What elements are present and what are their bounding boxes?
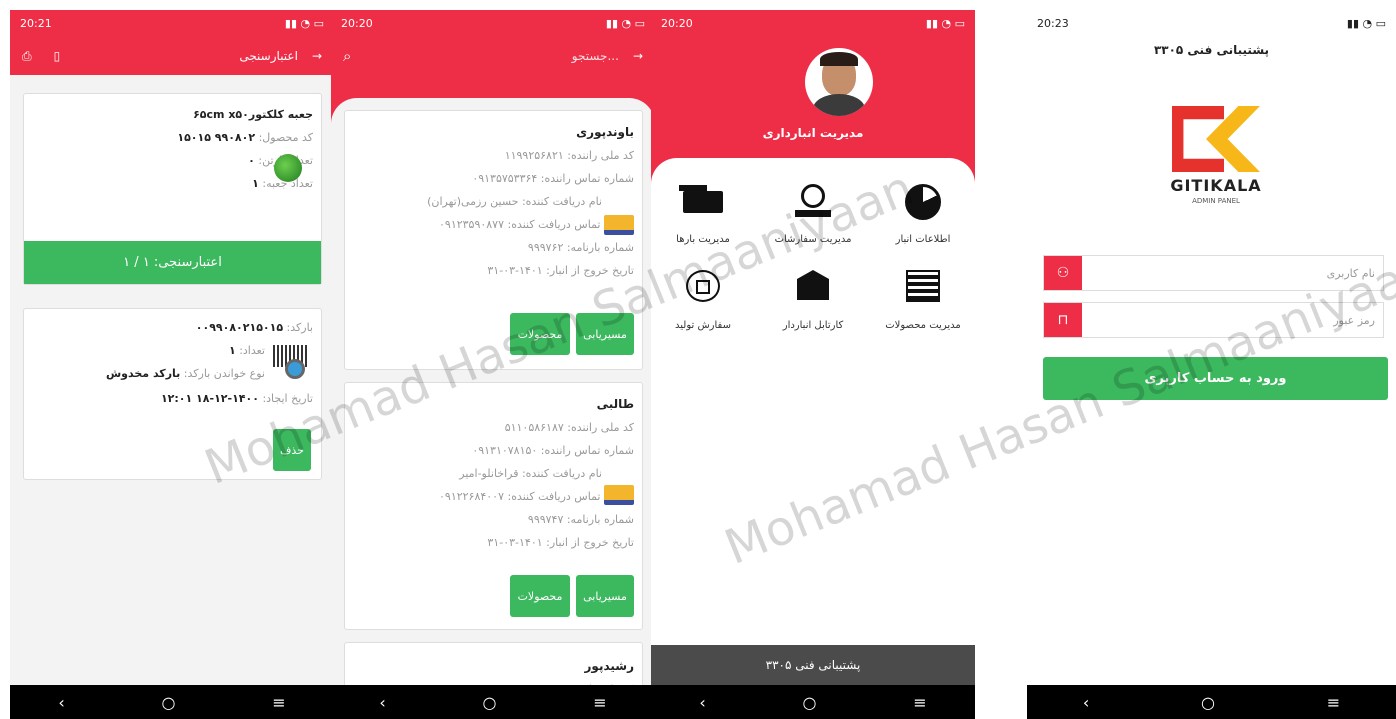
logo: GITIKALA ADMIN PANEL xyxy=(1153,106,1279,216)
warehouse-icon xyxy=(797,270,829,300)
truck-icon xyxy=(604,485,634,505)
factory-icon xyxy=(906,270,940,302)
avatar[interactable] xyxy=(805,48,873,116)
back-nav-icon[interactable]: ‹ xyxy=(1083,693,1089,712)
recents-nav-icon[interactable]: ≡ xyxy=(1327,693,1340,712)
menu-item-loads[interactable]: مدیریت بارها xyxy=(655,184,751,245)
status-time: 20:21 xyxy=(20,17,52,30)
home-nav-icon[interactable]: ○ xyxy=(483,693,497,712)
menu-item-orders[interactable]: مدیریت سفارشات xyxy=(765,184,861,245)
logo-mark-icon xyxy=(1172,106,1260,172)
truck-icon xyxy=(604,215,634,235)
lock-icon: ⊓ xyxy=(1044,303,1082,337)
signal-icon: ▮▮ ◔ ▭ xyxy=(284,17,324,30)
system-nav-bar: ‹ ○ ≡ xyxy=(1027,685,1396,719)
recents-nav-icon[interactable]: ≡ xyxy=(272,693,285,712)
profile-title: مدیریت انبارداری xyxy=(762,126,864,140)
menu-item-warehouse-info[interactable]: اطلاعات انبار xyxy=(875,184,971,245)
search-bar: ⌕ جستجو... → xyxy=(331,37,655,75)
barcode-value: ۰۰۹۹۰۸۰۲۱۵۰۱۵ xyxy=(195,321,284,334)
signal-icon: ▮▮ ◔ ▭ xyxy=(605,17,645,30)
login-screen: 20:23 ▮▮ ◔ ▭ پشتیبانی فنی ۳۳۰۵ GITIKALA … xyxy=(1027,10,1396,719)
status-bar: 20:20 ▮▮ ◔ ▭ xyxy=(341,17,645,30)
shipments-screen: 20:20 ▮▮ ◔ ▭ ⌕ جستجو... → باوندپوری کد م… xyxy=(331,10,655,719)
system-nav-bar: ‹ ○ ≡ xyxy=(10,685,334,719)
barcode-type: بارکد مخدوش xyxy=(106,367,181,380)
status-bar: 20:21 ▮▮ ◔ ▭ xyxy=(10,10,334,37)
logo-text: GITIKALA xyxy=(1170,176,1262,195)
device-icon[interactable]: ▯ xyxy=(54,49,61,64)
order-icon xyxy=(795,184,831,220)
box-row: تعداد جعبه: ۱ xyxy=(252,177,313,190)
products-button[interactable]: محصولات xyxy=(510,575,570,617)
menu-item-warehouse-desk[interactable]: کارتابل انباردار xyxy=(765,270,861,331)
app-bar: ⎙ ▯ اعتبارسنجی → xyxy=(10,37,334,75)
signal-icon: ▮▮ ◔ ▭ xyxy=(925,17,965,30)
list-panel: باوندپوری کد ملی راننده: ۱۱۹۹۲۵۶۸۲۱ شمار… xyxy=(331,98,655,719)
system-nav-bar: ‹ ○ ≡ xyxy=(651,685,975,719)
status-bar: 20:20 ▮▮ ◔ ▭ xyxy=(661,17,965,30)
status-dot-icon xyxy=(274,154,302,182)
pie-chart-icon xyxy=(905,184,941,220)
search-icon[interactable]: ⌕ xyxy=(343,47,351,65)
menu-panel: اطلاعات انبار مدیریت سفارشات مدیریت باره… xyxy=(651,158,975,648)
delete-button[interactable]: حذف xyxy=(273,429,311,471)
routing-button[interactable]: مسیریابی xyxy=(576,575,634,617)
back-arrow-icon[interactable]: → xyxy=(312,49,322,63)
shipment-card: طالبی کد ملی راننده: ۵۱۱۰۵۸۶۱۸۷ شماره تم… xyxy=(344,382,643,630)
validation-screen: 20:21 ▮▮ ◔ ▭ ⎙ ▯ اعتبارسنجی → جعبه کلکتو… xyxy=(10,10,334,719)
back-arrow-icon[interactable]: → xyxy=(633,49,643,63)
home-nav-icon[interactable]: ○ xyxy=(162,693,176,712)
recents-nav-icon[interactable]: ≡ xyxy=(593,693,606,712)
production-icon xyxy=(686,270,720,302)
search-input[interactable]: جستجو... xyxy=(572,49,619,63)
validation-progress-bar[interactable]: اعتبارسنجی: ۱ / ۱ xyxy=(24,241,321,284)
home-nav-icon[interactable]: ○ xyxy=(1201,693,1215,712)
signal-icon: ▮▮ ◔ ▭ xyxy=(1346,17,1386,30)
system-nav-bar: ‹ ○ ≡ xyxy=(331,685,655,719)
print-icon[interactable]: ⎙ xyxy=(22,49,32,64)
dashboard-screen: 20:20 ▮▮ ◔ ▭ مدیریت انبارداری اطلاعات ان… xyxy=(651,10,975,719)
barcode-scan-icon xyxy=(273,345,309,383)
truck-icon xyxy=(679,185,723,213)
product-code: ۹۹۰۸۰۲ ۱۵۰۱۵ xyxy=(177,131,256,144)
login-button[interactable]: ورود به حساب کاربری xyxy=(1043,357,1388,400)
page-title: اعتبارسنجی xyxy=(239,49,298,63)
password-field[interactable]: ⊓ رمز عبور xyxy=(1043,302,1384,338)
back-nav-icon[interactable]: ‹ xyxy=(699,693,705,712)
carton-row: تعداد کارتن: ۰ xyxy=(248,154,313,167)
logo-subtitle: ADMIN PANEL xyxy=(1192,197,1240,205)
products-button[interactable]: محصولات xyxy=(510,313,570,355)
recents-nav-icon[interactable]: ≡ xyxy=(913,693,926,712)
shipment-card: باوندپوری کد ملی راننده: ۱۱۹۹۲۵۶۸۲۱ شمار… xyxy=(344,110,643,370)
username-field[interactable]: ⚇ نام کاربری xyxy=(1043,255,1384,291)
barcode-card: بارکد: ۰۰۹۹۰۸۰۲۱۵۰۱۵ تعداد: ۱ نوع خواندن… xyxy=(23,308,322,480)
menu-item-products[interactable]: مدیریت محصولات xyxy=(875,270,971,331)
product-title: جعبه کلکتور۶۵cm x۵۰ xyxy=(193,108,313,121)
product-code-row: کد محصول: ۹۹۰۸۰۲ ۱۵۰۱۵ xyxy=(177,131,313,144)
menu-item-production-order[interactable]: سفارش تولید xyxy=(655,270,751,331)
back-nav-icon[interactable]: ‹ xyxy=(379,693,385,712)
product-card: جعبه کلکتور۶۵cm x۵۰ کد محصول: ۹۹۰۸۰۲ ۱۵۰… xyxy=(23,93,322,285)
support-footer[interactable]: پشتیبانی فنی ۳۳۰۵ xyxy=(651,645,975,685)
home-nav-icon[interactable]: ○ xyxy=(803,693,817,712)
support-label: پشتیبانی فنی ۳۳۰۵ xyxy=(1153,43,1270,57)
back-nav-icon[interactable]: ‹ xyxy=(58,693,64,712)
user-icon: ⚇ xyxy=(1044,256,1082,290)
routing-button[interactable]: مسیریابی xyxy=(576,313,634,355)
status-bar: 20:23 ▮▮ ◔ ▭ xyxy=(1037,17,1386,30)
